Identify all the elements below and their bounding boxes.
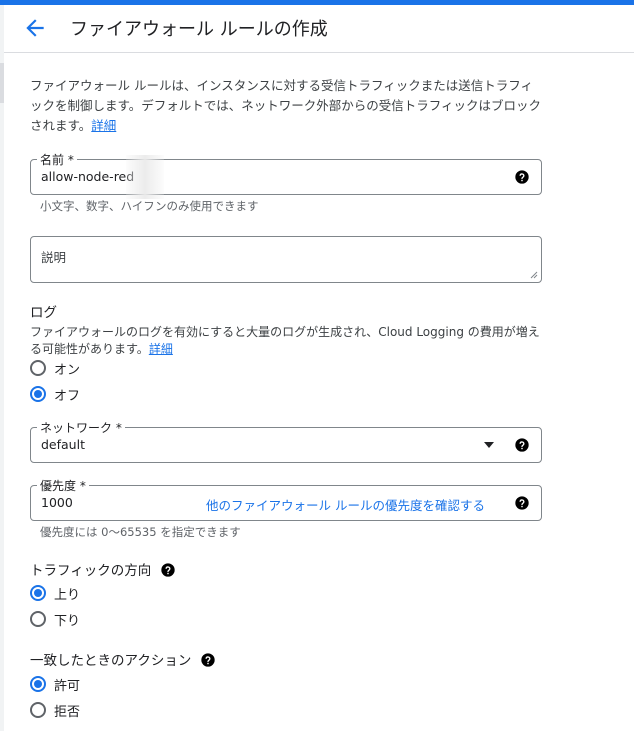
left-rail-marker [0, 63, 4, 103]
radio-unchecked-icon[interactable] [30, 611, 46, 627]
action-radio-deny[interactable]: 拒否 [30, 700, 80, 720]
logs-desc-text: ファイアウォールのログを有効にすると大量のログが生成され、Cloud Loggi… [30, 325, 540, 356]
priority-help-icon[interactable] [514, 495, 530, 511]
priority-input-value[interactable]: 1000 [41, 495, 73, 510]
back-arrow-icon[interactable] [22, 15, 48, 41]
action-allow-label: 許可 [54, 678, 81, 694]
resize-handle-icon[interactable] [530, 271, 538, 279]
direction-title-text: トラフィックの方向 [30, 563, 152, 579]
logs-radio-on[interactable]: オン [30, 358, 80, 378]
priority-check-link[interactable]: 他のファイアウォール ルールの優先度を確認する [206, 495, 485, 514]
action-title: 一致したときのアクション [30, 649, 216, 669]
logs-description: ファイアウォールのログを有効にすると大量のログが生成され、Cloud Loggi… [30, 324, 545, 358]
radio-checked-icon[interactable] [30, 386, 46, 402]
direction-help-icon[interactable] [160, 562, 176, 578]
intro-learn-more-link[interactable]: 詳細 [91, 118, 116, 133]
logs-radio-on-label: オン [54, 362, 81, 378]
page-header: ファイアウォール ルールの作成 [4, 5, 634, 53]
priority-field[interactable]: 優先度 * 1000 他のファイアウォール ルールの優先度を確認する [30, 477, 542, 521]
priority-hint: 優先度には 0～65535 を指定できます [40, 525, 241, 539]
network-field-label: ネットワーク * [37, 419, 125, 436]
logs-title: ログ [30, 305, 57, 321]
name-field[interactable]: 名前 * allow-node-red [30, 151, 542, 195]
direction-radio-egress[interactable]: 下り [30, 609, 80, 629]
name-field-label: 名前 * [37, 151, 77, 168]
redacted-area [126, 155, 164, 199]
logs-learn-more-link[interactable]: 詳細 [149, 342, 173, 356]
logs-radio-off-label: オフ [54, 388, 81, 404]
description-field[interactable]: 説明 [30, 236, 542, 283]
direction-ingress-label: 上り [54, 587, 81, 603]
network-help-icon[interactable] [514, 437, 530, 453]
direction-egress-label: 下り [54, 613, 81, 629]
page-title: ファイアウォール ルールの作成 [70, 19, 328, 40]
intro-description: ファイアウォール ルールは、インスタンスに対する受信トラフィックまたは送信トラフ… [30, 76, 545, 136]
priority-field-label: 優先度 * [37, 477, 89, 494]
radio-unchecked-icon[interactable] [30, 702, 46, 718]
action-deny-label: 拒否 [54, 704, 81, 720]
name-input-value[interactable]: allow-node-red [41, 169, 134, 184]
network-select-value[interactable]: default [41, 437, 85, 452]
dropdown-arrow-icon[interactable] [483, 441, 495, 449]
name-help-icon[interactable] [514, 169, 530, 185]
radio-unchecked-icon[interactable] [30, 360, 46, 376]
description-placeholder: 説明 [41, 250, 67, 265]
name-hint: 小文字、数字、ハイフンのみ使用できます [40, 199, 259, 213]
radio-checked-icon[interactable] [30, 676, 46, 692]
logs-radio-off[interactable]: オフ [30, 384, 80, 404]
direction-title: トラフィックの方向 [30, 559, 176, 579]
network-select[interactable]: ネットワーク * default [30, 419, 542, 463]
radio-checked-icon[interactable] [30, 585, 46, 601]
action-radio-allow[interactable]: 許可 [30, 674, 80, 694]
action-title-text: 一致したときのアクション [30, 653, 192, 669]
action-help-icon[interactable] [200, 652, 216, 668]
direction-radio-ingress[interactable]: 上り [30, 583, 80, 603]
left-rail [0, 5, 4, 731]
